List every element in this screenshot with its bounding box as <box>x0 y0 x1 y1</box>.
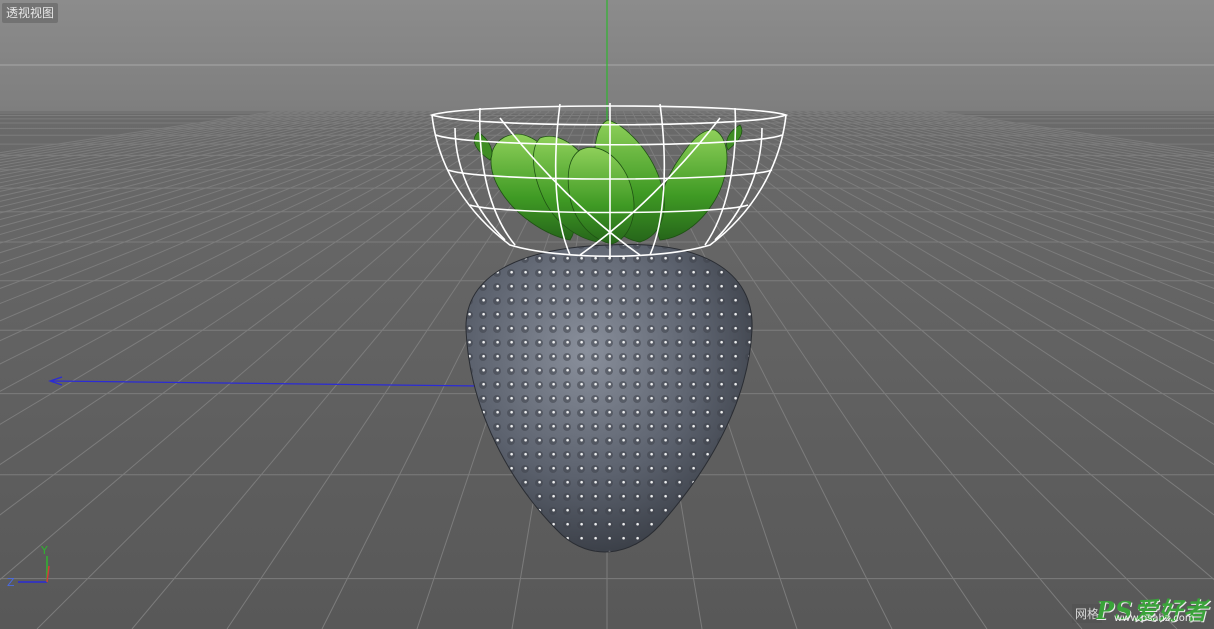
view-label[interactable]: 透视视图 <box>2 3 59 23</box>
viewport-scene[interactable]: Y Z <box>0 0 1214 629</box>
perspective-viewport[interactable]: Y Z 透视视图 网格 PS爱好者 www.psahz.com <box>0 0 1214 629</box>
watermark: PS爱好者 www.psahz.com <box>1096 591 1207 625</box>
gizmo-y-label: Y <box>40 544 48 557</box>
gizmo-z-label: Z <box>7 576 15 589</box>
watermark-url: www.psahz.com <box>1114 613 1195 624</box>
